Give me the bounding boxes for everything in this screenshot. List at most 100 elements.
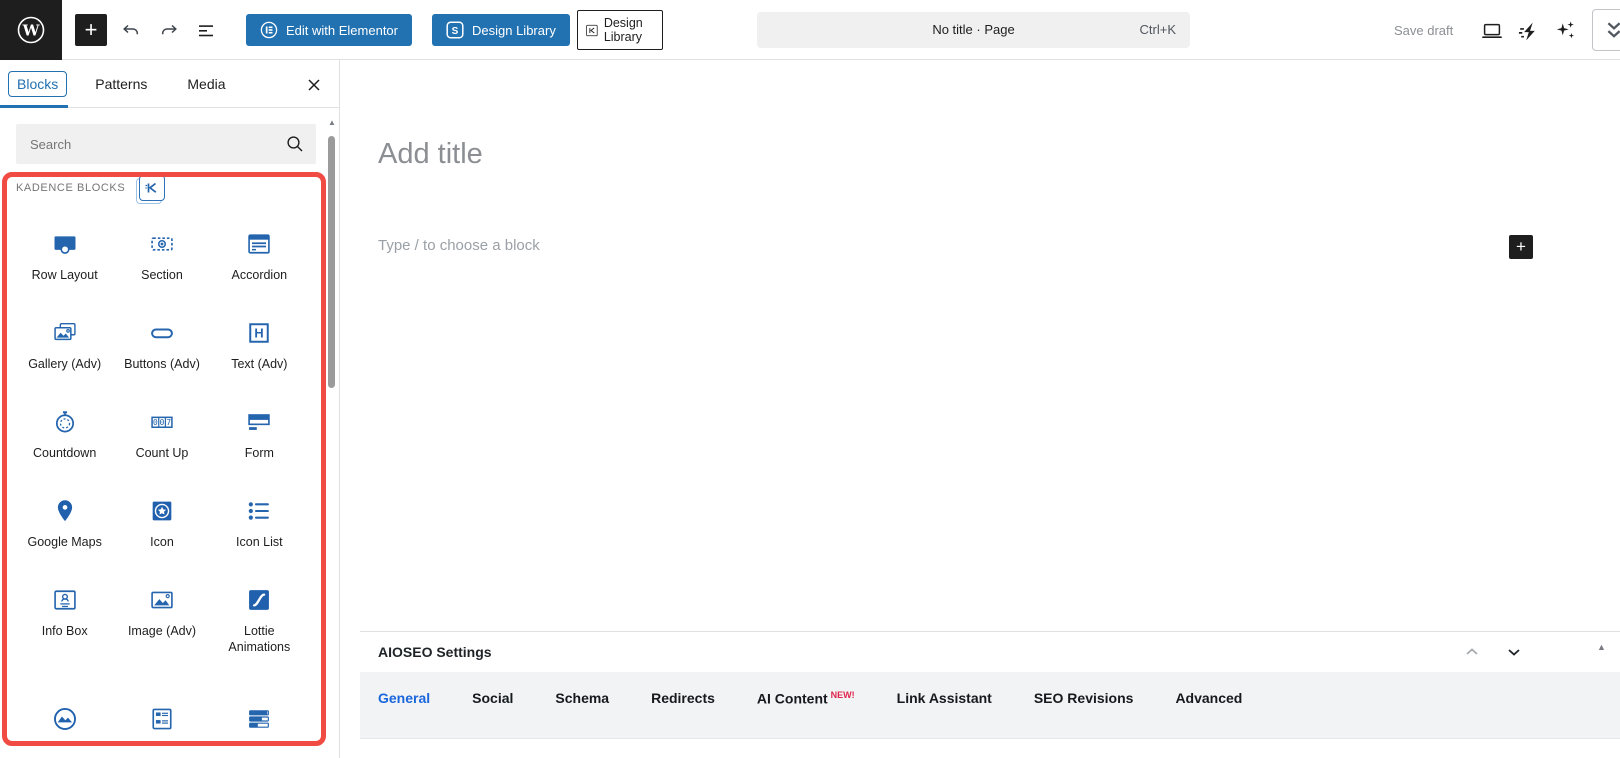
redo-button[interactable] [156, 18, 182, 44]
close-inserter-button[interactable] [301, 72, 327, 98]
block-label: Text (Adv) [231, 357, 288, 371]
form-icon [248, 414, 271, 430]
new-badge: NEW! [830, 689, 855, 700]
document-overview-button[interactable] [194, 18, 220, 44]
chevron-up-icon [1466, 648, 1478, 655]
aioseo-tab-schema[interactable]: Schema [555, 690, 609, 706]
edit-with-elementor-label: Edit with Elementor [286, 22, 398, 38]
aioseo-tab-general[interactable]: General [378, 690, 430, 706]
redo-icon [161, 24, 177, 35]
block-item-circular-image[interactable] [16, 671, 113, 738]
block-item-post-list[interactable] [113, 671, 210, 738]
speed-lightning-icon [1518, 22, 1535, 40]
post-title-field[interactable]: Add title [378, 138, 483, 171]
lottie-icon [249, 590, 270, 610]
gallery-icon [53, 322, 76, 341]
block-label: Gallery (Adv) [28, 357, 102, 371]
chevron-down-icon [1508, 649, 1520, 656]
svg-text:S: S [452, 26, 459, 37]
block-item-accordion[interactable]: Accordion [211, 210, 308, 299]
svg-text:W: W [22, 22, 41, 40]
block-label: Lottie Animations [228, 624, 291, 655]
kadence-design-library-button[interactable]: Design Library [577, 10, 663, 50]
save-draft-button[interactable]: Save draft [1394, 14, 1453, 46]
collapse-panel-toggle-button[interactable] [1502, 640, 1526, 664]
active-tab-underline [0, 105, 68, 108]
collapse-panel-button[interactable] [1592, 9, 1620, 51]
block-label: Accordion [231, 268, 288, 282]
block-item-gallery-adv[interactable]: Gallery (Adv) [16, 299, 113, 388]
undo-button[interactable] [118, 18, 144, 44]
buttons-icon [151, 328, 173, 339]
add-block-button[interactable]: + [1509, 235, 1533, 259]
kadence-logo-icon[interactable] [139, 175, 166, 201]
close-icon [308, 79, 320, 91]
scroll-up-arrow-icon[interactable]: ▲ [327, 118, 337, 127]
list-view-icon [199, 25, 213, 37]
tab-media[interactable]: Media [179, 72, 233, 96]
block-item-section[interactable]: Section [113, 210, 210, 299]
document-command-bar[interactable]: No title · Page Ctrl+K [757, 12, 1190, 48]
block-item-count-up[interactable]: 0 0 7 Count Up [113, 388, 210, 477]
block-item-google-maps[interactable]: Google Maps [16, 477, 113, 566]
tab-blocks[interactable]: Blocks [8, 70, 68, 97]
kadence-blocks-title: KADENCE BLOCKS [16, 182, 126, 194]
design-library-button[interactable]: S Design Library [432, 14, 570, 46]
block-item-lottie-animations[interactable]: Lottie Animations [211, 566, 308, 671]
block-inserter-toggle-button[interactable]: + [75, 14, 107, 46]
block-label: Countdown [33, 446, 97, 460]
block-item-icon-list[interactable]: Icon List [211, 477, 308, 566]
image-icon [151, 591, 173, 609]
sidebar-scrollbar-thumb[interactable] [328, 136, 335, 388]
progress-bars-icon [249, 710, 270, 728]
aioseo-tab-link-assistant[interactable]: Link Assistant [897, 690, 992, 706]
wordpress-logo[interactable]: W [0, 0, 62, 60]
aioseo-tab-advanced[interactable]: Advanced [1175, 690, 1242, 706]
search-input[interactable] [30, 124, 280, 164]
sidebar-scrollbar[interactable]: ▲ [327, 110, 337, 758]
block-item-text-adv[interactable]: H Text (Adv) [211, 299, 308, 388]
aioseo-tab-bar: General Social Schema Redirects AI Conte… [360, 672, 1620, 739]
block-item-progress-bars[interactable] [211, 671, 308, 738]
svg-text:0: 0 [153, 417, 158, 427]
kadence-blocks-section-header: KADENCE BLOCKS [16, 175, 166, 201]
google-maps-icon [57, 500, 72, 522]
text-icon: H [249, 323, 270, 343]
block-item-buttons-adv[interactable]: Buttons (Adv) [113, 299, 210, 388]
block-label: Form [244, 446, 274, 460]
block-label: Row Layout [31, 268, 98, 282]
aioseo-panel-header[interactable]: AIOSEO Settings [360, 632, 1620, 672]
aioseo-tab-ai-content[interactable]: AI Content NEW! [757, 690, 855, 707]
block-item-icon[interactable]: Icon [113, 477, 210, 566]
section-icon [151, 237, 173, 251]
aioseo-tab-seo-revisions[interactable]: SEO Revisions [1034, 690, 1134, 706]
search-icon [284, 133, 306, 160]
document-title: No title · Page [932, 22, 1015, 37]
design-library-s-icon: S [446, 21, 464, 39]
block-label: Icon List [236, 535, 283, 549]
plus-icon: + [1516, 237, 1526, 256]
edit-with-elementor-button[interactable]: Edit with Elementor [246, 14, 412, 46]
block-item-image-adv[interactable]: Image (Adv) [113, 566, 210, 671]
block-item-form[interactable]: Form [211, 388, 308, 477]
metabox-scroll-up-arrow-icon[interactable]: ▲ [1597, 642, 1606, 652]
icon-list-icon [249, 502, 270, 520]
elementor-icon [260, 21, 278, 39]
aioseo-tab-social[interactable]: Social [472, 690, 513, 706]
row-layout-icon [54, 236, 76, 254]
block-item-info-box[interactable]: Info Box [16, 566, 113, 671]
block-item-countdown[interactable]: Countdown [16, 388, 113, 477]
block-item-row-layout[interactable]: Row Layout [16, 210, 113, 299]
preview-button[interactable] [1479, 18, 1505, 44]
circular-image-icon [53, 708, 76, 730]
move-panel-up-button[interactable] [1460, 640, 1484, 664]
editor-toolbar: W + Edit with Elementor S Design Library… [0, 0, 1620, 60]
aioseo-tab-redirects[interactable]: Redirects [651, 690, 715, 706]
empty-block-placeholder[interactable]: Type / to choose a block [378, 237, 540, 254]
countdown-icon [55, 411, 74, 433]
svg-text:H: H [255, 326, 264, 341]
block-search [16, 124, 316, 164]
seo-analysis-button[interactable] [1515, 18, 1541, 44]
ai-assistant-button[interactable] [1553, 18, 1579, 44]
tab-patterns[interactable]: Patterns [87, 72, 155, 96]
